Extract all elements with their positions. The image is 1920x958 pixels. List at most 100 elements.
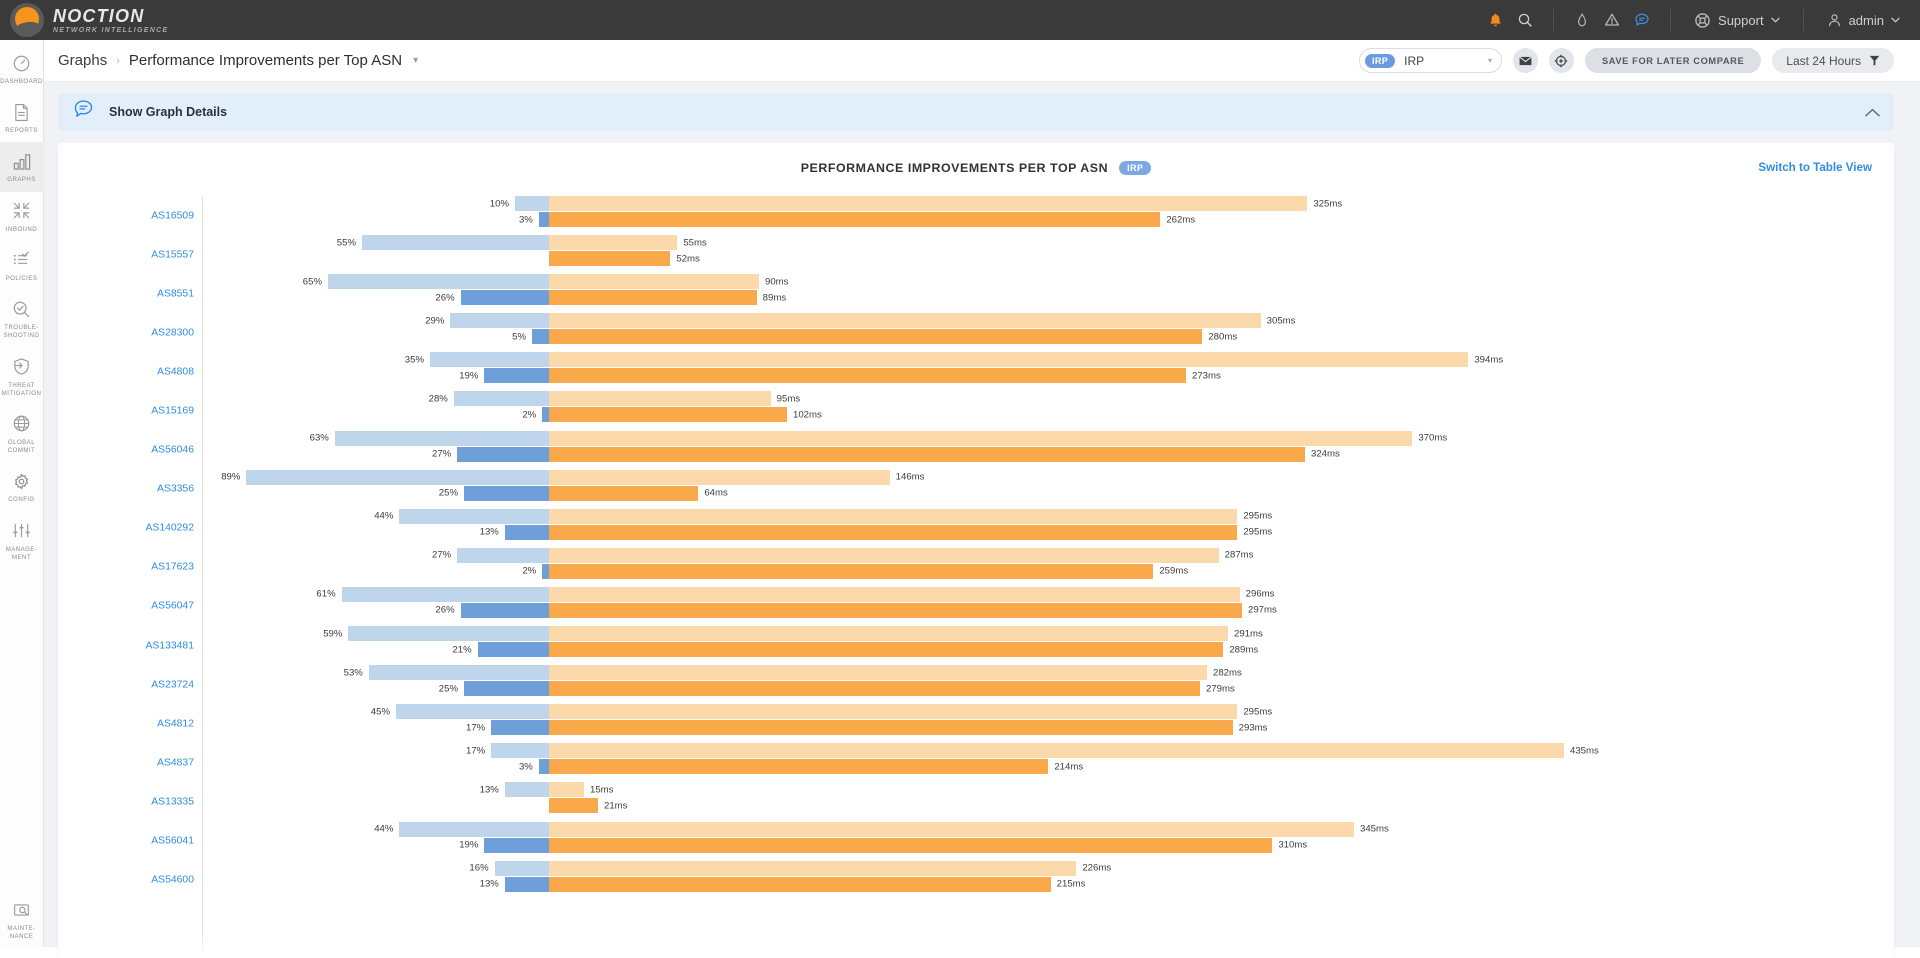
percent-bar[interactable]: 19% [484,838,549,853]
fullscreen-button[interactable] [1549,48,1574,73]
latency-bar[interactable]: 21ms [549,798,598,813]
latency-bar[interactable]: 64ms [549,486,698,501]
percent-bar[interactable]: 17% [491,743,549,758]
percent-bar[interactable]: 45% [396,704,549,719]
brand-logo[interactable]: NOCTION NETWORK INTELLIGENCE [0,3,230,37]
latency-bar[interactable]: 295ms [549,704,1237,719]
latency-bar[interactable]: 90ms [549,274,759,289]
percent-bar[interactable]: 2% [542,564,549,579]
email-report-button[interactable] [1513,48,1538,73]
sidebar-item-config[interactable]: CONFIG [0,462,44,511]
percent-bar[interactable]: 26% [461,290,549,305]
latency-bar[interactable]: 370ms [549,431,1412,446]
percent-bar[interactable]: 63% [335,431,549,446]
percent-bar[interactable]: 21% [478,642,549,657]
sidebar-item-reports[interactable]: REPORTS [0,93,44,142]
latency-bar[interactable]: 89ms [549,290,757,305]
percent-bar[interactable]: 16% [495,861,549,876]
latency-bar[interactable]: 295ms [549,525,1237,540]
percent-bar[interactable]: 61% [342,587,549,602]
latency-bar[interactable]: 297ms [549,603,1242,618]
sidebar-item-dashboard[interactable]: DASHBOARD [0,44,44,93]
percent-bar[interactable]: 13% [505,782,549,797]
switch-to-table-view-link[interactable]: Switch to Table View [1758,161,1872,174]
percent-bar[interactable]: 25% [464,681,549,696]
latency-bar[interactable]: 310ms [549,838,1272,853]
latency-bar[interactable]: 324ms [549,447,1305,462]
latency-bar[interactable]: 289ms [549,642,1223,657]
flame-icon[interactable] [1567,5,1597,35]
percent-bar[interactable]: 35% [430,352,549,367]
latency-bar[interactable]: 282ms [549,665,1207,680]
latency-bar[interactable]: 325ms [549,196,1307,211]
alert-icon[interactable] [1597,5,1627,35]
latency-bar[interactable]: 226ms [549,861,1076,876]
chevron-down-icon[interactable]: ▾ [413,55,418,66]
search-icon[interactable] [1510,5,1540,35]
percent-bar[interactable]: 13% [505,877,549,892]
latency-bar[interactable]: 280ms [549,329,1202,344]
percent-bar[interactable]: 55% [362,235,549,250]
sidebar-item-graphs[interactable]: GRAPHS [0,142,44,191]
sidebar-item-policies[interactable]: POLICIES [0,241,44,290]
latency-bar[interactable]: 296ms [549,587,1240,602]
latency-bar[interactable]: 394ms [549,352,1468,367]
show-graph-details-bar[interactable]: Show Graph Details [58,93,1894,131]
chevron-up-icon[interactable] [1865,105,1880,120]
latency-bar[interactable]: 305ms [549,313,1261,328]
percent-bar[interactable]: 3% [539,212,549,227]
percent-bar[interactable]: 19% [484,368,549,383]
latency-value-label: 280ms [1208,331,1237,342]
latency-bar[interactable]: 295ms [549,509,1237,524]
sidebar-item-global-commit[interactable]: GLOBAL COMMIT [0,405,44,462]
chat-icon[interactable] [1627,5,1657,35]
breadcrumb-root[interactable]: Graphs [58,52,107,69]
latency-bar[interactable]: 345ms [549,822,1354,837]
latency-bar[interactable]: 95ms [549,391,771,406]
latency-bar[interactable]: 55ms [549,235,677,250]
latency-bar[interactable]: 435ms [549,743,1564,758]
save-for-later-compare-button[interactable]: SAVE FOR LATER COMPARE [1585,48,1761,73]
sidebar-item-troubleshooting[interactable]: TROUBLE- SHOOTING [0,290,44,347]
percent-bar[interactable]: 27% [457,548,549,563]
percent-bar[interactable]: 28% [454,391,549,406]
percent-bar[interactable]: 17% [491,720,549,735]
percent-bar[interactable]: 59% [348,626,549,641]
support-menu[interactable]: Support [1684,12,1790,29]
user-menu[interactable]: admin [1817,12,1920,28]
percent-bar[interactable]: 27% [457,447,549,462]
percent-bar[interactable]: 25% [464,486,549,501]
latency-bar[interactable]: 15ms [549,782,584,797]
latency-bar[interactable]: 102ms [549,407,787,422]
latency-bar[interactable]: 279ms [549,681,1200,696]
percent-bar[interactable]: 44% [399,509,549,524]
percent-bar[interactable]: 53% [369,665,549,680]
percent-bar[interactable]: 29% [450,313,549,328]
latency-bar[interactable]: 273ms [549,368,1186,383]
percent-bar[interactable]: 13% [505,525,549,540]
percent-bar[interactable]: 2% [542,407,549,422]
latency-bar[interactable]: 146ms [549,470,890,485]
sidebar-item-management[interactable]: MANAGE- MENT [0,512,44,569]
percent-bar[interactable]: 10% [515,196,549,211]
sidebar-item-threat-mitigation[interactable]: THREAT MITIGATION [0,348,44,405]
percent-bar[interactable]: 65% [328,274,549,289]
latency-bar[interactable]: 293ms [549,720,1233,735]
percent-bar[interactable]: 3% [539,759,549,774]
percent-bar[interactable]: 5% [532,329,549,344]
time-range-button[interactable]: Last 24 Hours [1772,48,1894,73]
latency-bar[interactable]: 262ms [549,212,1160,227]
percent-bar[interactable]: 44% [399,822,549,837]
percent-bar[interactable]: 89% [246,470,549,485]
percent-bar[interactable]: 26% [461,603,549,618]
latency-bar[interactable]: 259ms [549,564,1153,579]
irp-select[interactable]: IRP IRP ▾ [1359,48,1502,73]
latency-bar[interactable]: 287ms [549,548,1219,563]
latency-bar[interactable]: 52ms [549,251,670,266]
latency-bar[interactable]: 215ms [549,877,1051,892]
sidebar-item-maintenance[interactable]: MAINTE- NANCE [0,891,44,947]
latency-bar[interactable]: 214ms [549,759,1048,774]
sidebar-item-inbound[interactable]: INBOUND [0,192,44,241]
bell-icon[interactable] [1480,5,1510,35]
latency-bar[interactable]: 291ms [549,626,1228,641]
